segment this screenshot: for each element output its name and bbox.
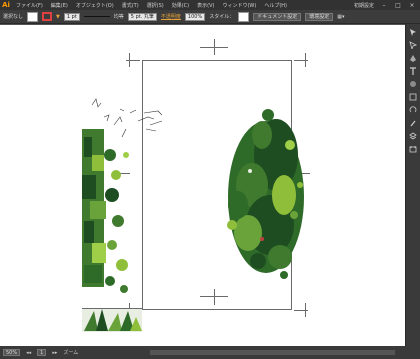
arrange-documents-icon[interactable]: ▦▾ <box>337 14 344 20</box>
type-tool-icon[interactable] <box>408 66 418 76</box>
app-logo: Ai <box>2 1 10 9</box>
horizontal-scrollbar[interactable] <box>150 350 395 355</box>
close-button[interactable]: × <box>408 2 416 9</box>
minimize-button[interactable]: – <box>380 2 388 9</box>
menu-select[interactable]: 選択(S) <box>143 2 168 9</box>
artboard-tool-icon[interactable] <box>408 144 418 154</box>
prev-artboard-icon[interactable]: ◂◂ <box>26 350 31 356</box>
preferences-button[interactable]: 環境設定 <box>305 12 334 21</box>
left-vine <box>82 129 129 293</box>
menu-type[interactable]: 書式(T) <box>118 2 143 9</box>
direct-selection-tool-icon[interactable] <box>408 40 418 50</box>
stroke-profile-preview[interactable] <box>83 16 110 17</box>
menu-effect[interactable]: 効果(C) <box>168 2 193 9</box>
stroke-label: ▼ <box>56 13 60 20</box>
menu-window[interactable]: ウィンドウ(W) <box>218 2 260 9</box>
opacity-link[interactable]: 不透明度 <box>161 13 181 20</box>
rotate-tool-icon[interactable] <box>408 105 418 115</box>
zoom-field[interactable]: 50% <box>3 349 21 356</box>
style-label: スタイル： <box>209 14 235 20</box>
canvas[interactable] <box>0 25 406 346</box>
right-bush <box>227 109 304 279</box>
style-swatch[interactable] <box>238 11 250 22</box>
menu-bar: Ai ファイル(F) 編集(E) オブジェクト(O) 書式(T) 選択(S) 効… <box>0 0 420 10</box>
brush-dropdown[interactable]: 5 pt. 丸筆 <box>127 12 157 21</box>
menu-right-group: 初期設定 – □ × <box>354 0 416 10</box>
foliage-artwork[interactable] <box>0 25 406 346</box>
tools-panel <box>405 24 420 346</box>
pen-tool-icon[interactable] <box>408 53 418 63</box>
selection-tool-icon[interactable] <box>408 27 418 37</box>
control-bar: 選択なし ▼ 1 pt 均等 5 pt. 丸筆 不透明度 100% スタイル： … <box>0 10 420 24</box>
layers-panel-icon[interactable] <box>408 131 418 141</box>
grass-strip <box>82 308 142 332</box>
stroke-swatch[interactable] <box>42 12 53 21</box>
menu-file[interactable]: ファイル(F) <box>12 2 47 9</box>
workspace-switcher[interactable]: 初期設定 <box>354 2 374 9</box>
next-artboard-icon[interactable]: ▸▸ <box>52 350 57 356</box>
fill-swatch[interactable] <box>27 11 39 22</box>
stroke-profile-label[interactable]: 均等 <box>114 13 124 20</box>
shape-tool-icon[interactable] <box>408 92 418 102</box>
menu-view[interactable]: 表示(V) <box>193 2 218 9</box>
eyedropper-tool-icon[interactable] <box>408 118 418 128</box>
menu-help[interactable]: ヘルプ(H) <box>260 2 291 9</box>
current-tool-label: ズーム <box>63 350 79 356</box>
artboard-number-field[interactable]: 1 <box>37 349 47 356</box>
maximize-button[interactable]: □ <box>394 2 402 9</box>
stroke-weight-dropdown[interactable]: 1 pt <box>63 12 80 21</box>
menu-edit[interactable]: 編集(E) <box>47 2 72 9</box>
opacity-field[interactable]: 100% <box>184 12 206 21</box>
menu-object[interactable]: オブジェクト(O) <box>72 2 118 9</box>
document-setup-button[interactable]: ドキュメント設定 <box>253 12 302 21</box>
brush-tool-icon[interactable] <box>408 79 418 89</box>
selection-status: 選択なし <box>3 14 24 20</box>
